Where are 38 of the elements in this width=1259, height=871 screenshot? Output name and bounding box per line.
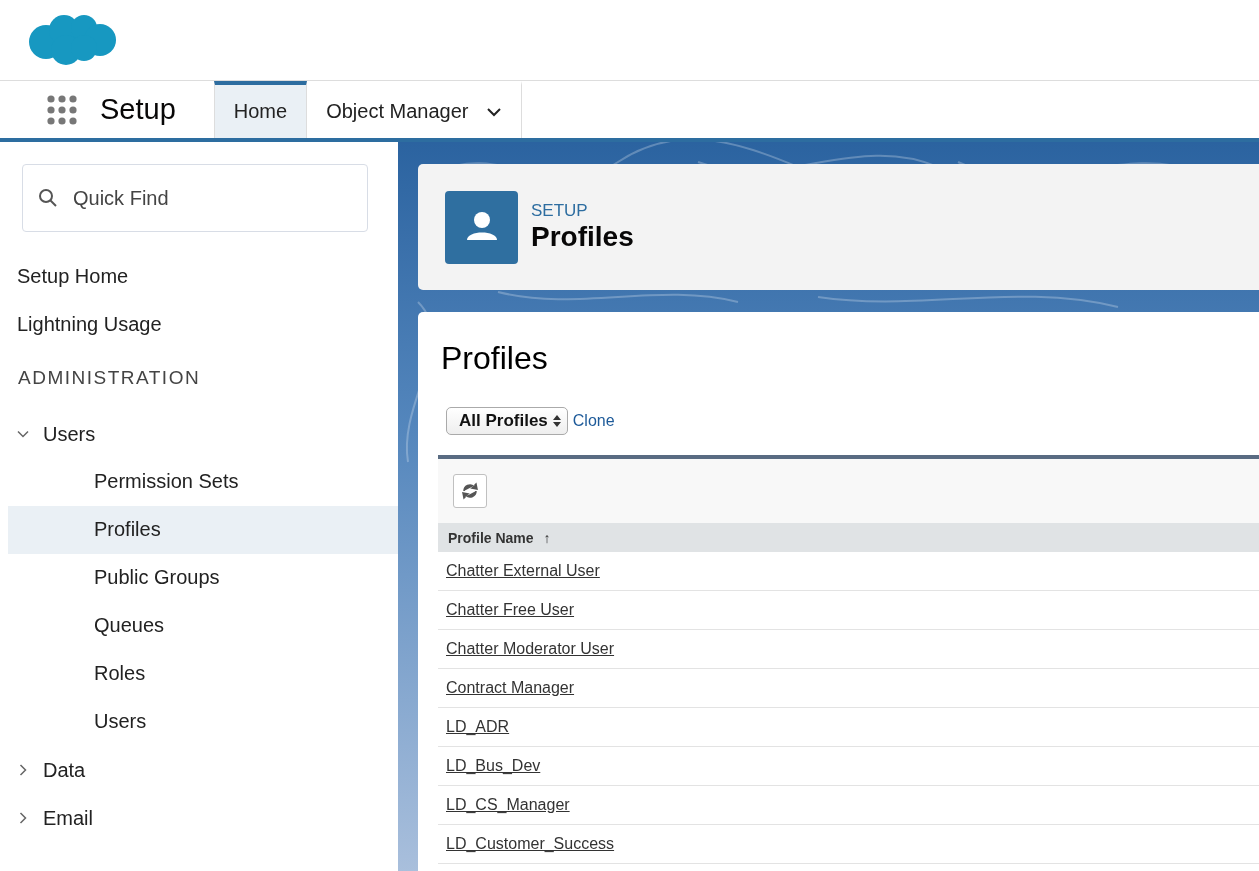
profile-link[interactable]: LD_Customer_Success <box>446 835 615 853</box>
quick-find-field[interactable]: Quick Find <box>22 164 368 232</box>
tree-item[interactable]: Permission Sets <box>8 458 398 506</box>
chevron-down-icon[interactable] <box>486 105 503 118</box>
column-header[interactable]: Profile Name ↑ <box>438 523 1259 552</box>
chevron-icon[interactable] <box>17 764 29 776</box>
app-launcher-icon[interactable] <box>46 93 78 126</box>
view-select[interactable]: All Profiles <box>446 407 568 435</box>
search-icon <box>38 188 58 208</box>
profile-link[interactable]: Chatter Free User <box>446 601 575 619</box>
tree-item[interactable]: Users <box>8 698 398 746</box>
tree-item[interactable]: Public Groups <box>8 554 398 602</box>
tree-item[interactable]: Queues <box>8 602 398 650</box>
section-title: Profiles <box>441 340 548 377</box>
profile-link[interactable]: Chatter Moderator User <box>446 640 615 658</box>
tree-item[interactable]: Users <box>0 410 398 458</box>
breadcrumb-label: SETUP <box>531 201 589 221</box>
sidebar-link[interactable]: Lightning Usage <box>0 308 398 356</box>
refresh-button[interactable] <box>453 474 487 508</box>
profile-link[interactable]: LD_CS_Manager <box>446 796 570 814</box>
page-title: Profiles <box>531 221 634 253</box>
profile-link[interactable]: Contract Manager <box>446 679 575 697</box>
sidebar-link[interactable]: Setup Home <box>0 260 398 308</box>
tree-item[interactable]: Email <box>0 794 398 842</box>
chevron-icon[interactable] <box>17 428 29 440</box>
tree-item[interactable]: Data <box>0 746 398 794</box>
profile-link[interactable]: Chatter External User <box>446 562 600 580</box>
profile-link[interactable]: LD_ADR <box>446 718 510 736</box>
sort-arrows-icon <box>552 414 561 428</box>
chevron-icon[interactable] <box>17 812 29 824</box>
section-heading: ADMINISTRATION <box>17 366 202 390</box>
refresh-icon <box>461 482 479 500</box>
tree-item[interactable]: Roles <box>8 650 398 698</box>
nav-tab[interactable]: Home <box>213 81 308 138</box>
app-name: Setup <box>100 92 177 127</box>
clone-link[interactable]: Clone <box>572 412 615 430</box>
tree-item[interactable]: Profiles <box>8 506 398 554</box>
profile-link[interactable]: LD_Bus_Dev <box>446 757 541 775</box>
